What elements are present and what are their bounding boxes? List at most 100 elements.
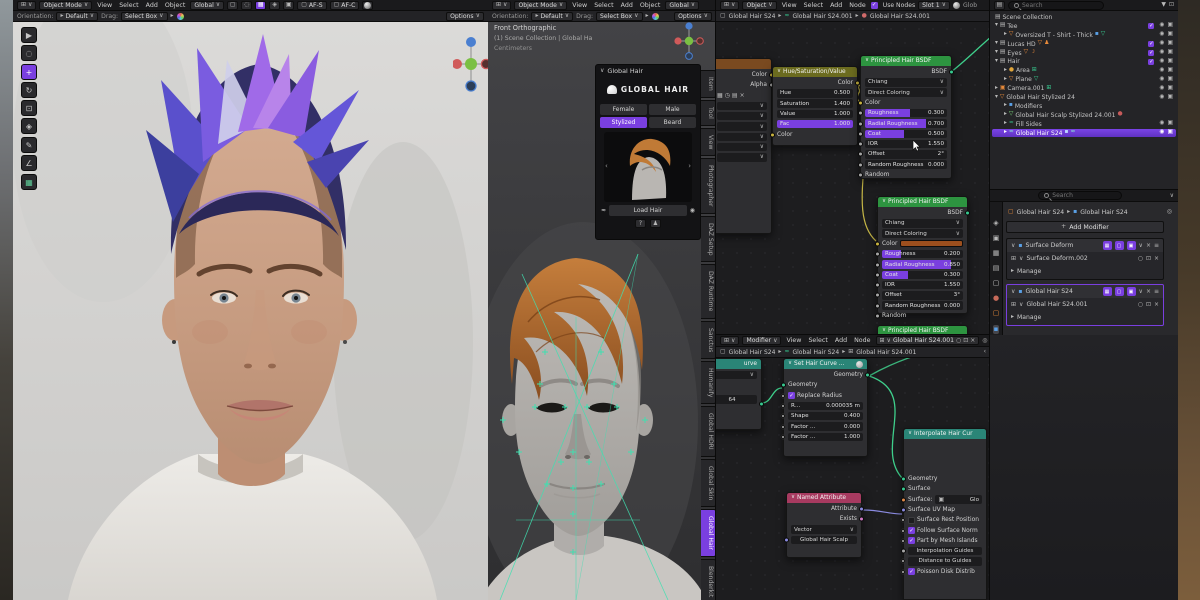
random-roughness-slider[interactable]: Random Roughness0.000 (882, 301, 963, 310)
ior-slider[interactable]: IOR1.550 (882, 281, 963, 290)
data-type-dropdown[interactable]: Vector∨ (791, 525, 857, 534)
breadcrumb-object[interactable]: Global Hair S24 (1017, 209, 1064, 216)
image-option-dropdown[interactable]: ∨ (717, 112, 767, 121)
select-mode-dropdown[interactable]: Select Box∨ (121, 12, 167, 21)
eye-icon[interactable]: ◉ (1159, 77, 1164, 83)
hsv-node[interactable]: ∨Hue/Saturation/Value Color Hue0.500 Sat… (772, 66, 858, 146)
outliner-row-fill-sides[interactable]: ▸≈Fill Sides◉▣ (992, 120, 1176, 129)
outliner-row-area[interactable]: ▸●Area⊞◉▣ (992, 66, 1176, 75)
outliner-row-modifiers[interactable]: ▸▪Modifiers (992, 102, 1176, 111)
random-input-socket[interactable] (858, 173, 863, 178)
add-modifier-button[interactable]: +Add Modifier (1006, 221, 1164, 233)
outliner-row-scalp[interactable]: ▸▽Global Hair Scalp Stylized 24.001● (992, 111, 1176, 120)
outliner-row-global-hair-stylized[interactable]: ▾▽Global Hair Stylized 24◉▣ (992, 93, 1176, 102)
tab-view[interactable]: View (701, 128, 716, 156)
tab-daz-runtime[interactable]: DAZ Runtime (701, 264, 716, 318)
ior-slider[interactable]: IOR1.550 (865, 140, 947, 149)
exists-output-socket[interactable] (859, 517, 864, 522)
editor-type-button[interactable]: ⊞∨ (492, 1, 511, 10)
help-button[interactable]: ? (635, 219, 646, 228)
display-mode-button[interactable]: ▤ (994, 1, 1005, 10)
tab-viewlayer-icon[interactable]: ▤ (993, 265, 1000, 272)
tool-add-cube[interactable]: ▦ (21, 174, 37, 190)
name-input-socket[interactable] (784, 537, 789, 542)
collapsed-hair-node[interactable]: ∨Principled Hair BSDF (877, 325, 968, 335)
nav-gizmo[interactable] (674, 20, 704, 62)
fake-user-icon[interactable]: ○ (1138, 302, 1143, 308)
tab-global-hair[interactable]: Global Hair (701, 509, 716, 557)
camera-icon[interactable]: ▣ (1168, 59, 1173, 65)
coat-slider[interactable]: Coat0.300 (882, 271, 963, 280)
proportional-edit-toggle[interactable]: ◌ (241, 1, 252, 10)
outliner-row-hair[interactable]: ▾▤Hair✓◉▣ (992, 57, 1176, 66)
radius-slider[interactable]: R…0.000035 m (788, 402, 863, 411)
collapse-icon[interactable]: ‹ (984, 349, 986, 355)
tab-daz-setup[interactable]: DAZ Setup (701, 216, 716, 263)
camera-icon[interactable]: ▣ (1168, 121, 1173, 127)
stylized-button[interactable]: Stylized (600, 117, 647, 128)
fac-slider[interactable]: Fac1.000 (777, 120, 853, 129)
tool-select-box[interactable]: ▶ (21, 27, 37, 43)
expand-icon[interactable]: ∨ (1011, 243, 1015, 249)
unlink-image-icon[interactable]: × (740, 93, 745, 99)
filter-icon[interactable]: ▼ (1161, 2, 1166, 8)
options-dropdown[interactable]: Options∨ (446, 12, 484, 21)
browse-image-icon[interactable]: ▦ (717, 93, 723, 99)
bsdf-output-socket[interactable] (949, 70, 954, 75)
edit-mode-toggle[interactable]: ▦ (1103, 287, 1112, 296)
editor-type-button[interactable]: ⊞∨ (720, 1, 739, 10)
output-socket[interactable] (759, 402, 764, 407)
menu-view[interactable]: View (95, 2, 114, 9)
camera-icon[interactable]: ▣ (1168, 23, 1173, 29)
pin-icon[interactable]: ◎ (982, 338, 987, 344)
surface-input-socket[interactable] (901, 487, 906, 492)
attribute-name-field[interactable]: Global Hair Scalp (791, 536, 857, 545)
pose-button[interactable]: ♟ (650, 219, 661, 228)
eye-icon[interactable]: ◉ (1159, 95, 1164, 101)
tab-tool-icon[interactable]: ◈ (993, 220, 998, 227)
tool-scale[interactable]: ⊡ (21, 100, 37, 116)
camera-icon[interactable]: ▣ (1168, 32, 1173, 38)
camera-icon[interactable]: ▣ (1168, 77, 1173, 83)
image-history-icon[interactable]: ◷ (725, 93, 730, 99)
menu-add[interactable]: Add (144, 2, 160, 9)
camera-icon[interactable]: ▣ (1168, 130, 1173, 136)
modifier-name[interactable]: Global Hair S24 (1025, 288, 1072, 295)
slot-dropdown[interactable]: Slot 1∨ (918, 1, 950, 10)
duplicate-icon[interactable]: ⊡ (963, 338, 968, 344)
outliner-row-camera[interactable]: ▸▣Camera.001⊞◉▣ (992, 84, 1176, 93)
realtime-toggle[interactable]: ▢ (1115, 287, 1124, 296)
realtime-toggle[interactable]: ▢ (1115, 241, 1124, 250)
factor-min-slider[interactable]: Factor …0.000 (788, 422, 863, 431)
outliner-search[interactable] (1008, 1, 1104, 10)
tab-global-hdri[interactable]: Global HDRI (701, 406, 716, 457)
mode-dropdown[interactable]: Object Mode∨ (39, 1, 92, 10)
menu-select[interactable]: Select (592, 2, 615, 9)
color-input-socket[interactable] (770, 132, 775, 137)
menu-add[interactable]: Add (833, 337, 849, 344)
prev-arrow-icon[interactable]: ‹ (605, 162, 608, 170)
tool-transform[interactable]: ◈ (21, 118, 37, 134)
tab-world-icon[interactable]: ● (993, 295, 999, 302)
menu-select[interactable]: Select (117, 2, 140, 9)
fake-user-icon[interactable]: ○ (956, 338, 961, 344)
model-dropdown[interactable]: Chiang∨ (865, 78, 947, 87)
shading-type-dropdown[interactable]: Object∨ (742, 1, 776, 10)
offset-slider[interactable]: Offset2° (865, 150, 947, 159)
distance-to-guides-field[interactable]: Distance to Guides (908, 557, 982, 566)
eye-icon[interactable]: ◉ (1159, 130, 1164, 136)
random-roughness-slider[interactable]: Random Roughness0.000 (865, 160, 947, 169)
hair-curve-partial-node[interactable]: urve ∨ 64 (716, 358, 762, 430)
edit-mode-toggle[interactable]: ▦ (1103, 241, 1112, 250)
eye-icon[interactable]: ◉ (1159, 32, 1164, 38)
male-button[interactable]: Male (649, 104, 696, 115)
breadcrumb-object[interactable]: Global Hair S24 (729, 13, 776, 20)
breadcrumb-object[interactable]: Global Hair S24 (729, 349, 776, 356)
outliner-row-scene-collection[interactable]: ▤Scene Collection (992, 13, 1176, 22)
menu-select[interactable]: Select (806, 337, 829, 344)
camera-icon[interactable]: ▣ (1168, 68, 1173, 74)
breadcrumb-modifier[interactable]: Global Hair S24 (792, 349, 839, 356)
load-hair-button[interactable]: Load Hair (609, 205, 687, 216)
transform-orientation-dropdown[interactable]: Global∨ (190, 1, 224, 10)
menu-node[interactable]: Node (847, 2, 867, 9)
